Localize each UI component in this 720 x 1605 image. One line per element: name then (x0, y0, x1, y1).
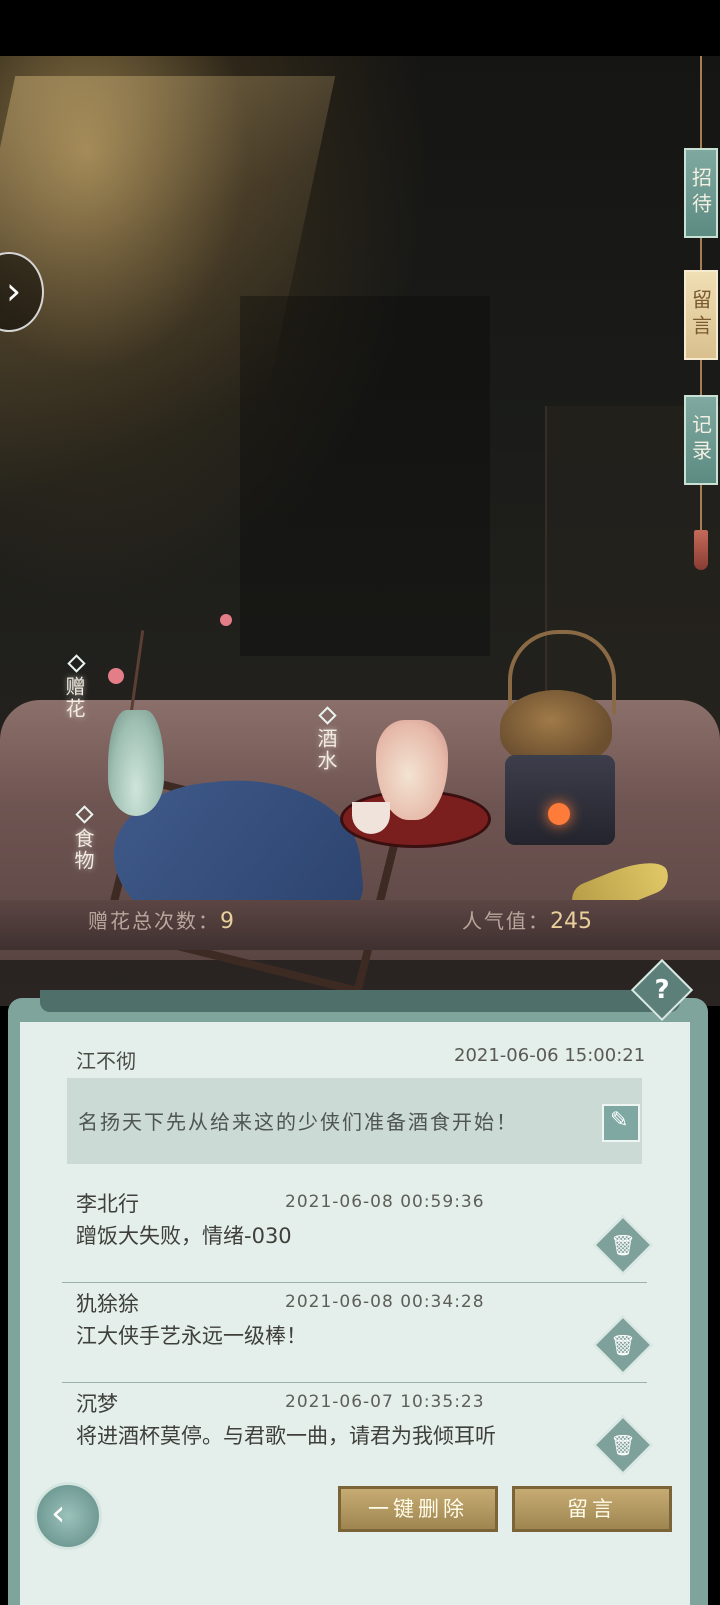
delete-all-button[interactable]: 一键删除 (338, 1486, 498, 1532)
popularity: 人气值：245 (462, 905, 592, 934)
stove-fire (548, 803, 570, 825)
hotspot-food[interactable]: 食物 (71, 828, 96, 872)
back-icon: ‹ (51, 1493, 66, 1534)
owner-message: 名扬天下先从给来这的少侠们准备酒食开始！ (78, 1110, 518, 1134)
popularity-value: 245 (550, 909, 592, 934)
trash-icon: 🗑 (610, 1433, 636, 1457)
message-text: 蹭饭大失败，情绪-030 (76, 1224, 292, 1248)
flower-count-value: 9 (220, 909, 234, 934)
flower-count: 赠花总次数：9 (88, 905, 234, 934)
message-text: 江大侠手艺永远一级棒！ (76, 1324, 307, 1348)
leave-message-button[interactable]: 留言 (512, 1486, 672, 1532)
pencil-icon: ✎ (610, 1108, 629, 1133)
window-shade (240, 296, 490, 656)
trash-icon: 🗑 (610, 1333, 636, 1357)
flower-vase[interactable] (108, 710, 164, 816)
message-timestamp: 2021-06-07 10:35:23 (285, 1392, 485, 1412)
hotspot-flower[interactable]: 赠花 (62, 676, 87, 720)
message-author: 李北行 (76, 1192, 139, 1216)
status-bar (0, 0, 720, 56)
owner-timestamp: 2021-06-06 15:00:21 (454, 1045, 646, 1066)
hotspot-wine[interactable]: 酒水 (314, 728, 339, 772)
message-text: 将进酒杯莫停。与君歌一曲，请君为我倾耳听 (76, 1424, 496, 1448)
help-icon: ? (654, 975, 670, 1005)
message-timestamp: 2021-06-08 00:34:28 (285, 1292, 485, 1312)
trash-icon: 🗑 (610, 1233, 636, 1257)
edit-button[interactable]: ✎ (602, 1104, 640, 1142)
message-author: 沉梦 (76, 1392, 118, 1416)
message-author: 犰狳狳 (76, 1292, 139, 1316)
flower-count-label: 赠花总次数： (88, 909, 220, 933)
panel-top-bar (40, 990, 680, 1012)
tassel (694, 530, 708, 570)
tab-receive[interactable]: 招待 (684, 148, 718, 238)
blossom (220, 614, 232, 626)
tea-stove (505, 755, 615, 845)
chevron-right-icon: › (6, 269, 22, 313)
tab-record[interactable]: 记录 (684, 395, 718, 485)
divider (62, 1382, 647, 1383)
popularity-label: 人气值： (462, 909, 550, 933)
message-timestamp: 2021-06-08 00:59:36 (285, 1192, 485, 1212)
teapot-kettle (500, 690, 612, 765)
owner-name: 江不彻 (76, 1049, 136, 1073)
back-button[interactable]: ‹ (34, 1482, 102, 1550)
tab-message[interactable]: 留言 (684, 270, 718, 360)
divider (62, 1282, 647, 1283)
blossom (108, 668, 124, 684)
